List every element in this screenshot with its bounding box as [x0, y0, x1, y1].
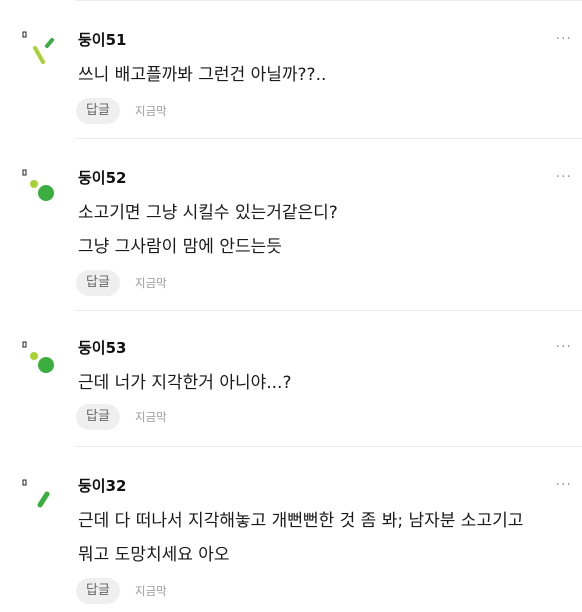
reply-button[interactable]: 답글: [76, 404, 120, 430]
top-divider: [75, 0, 582, 1]
comment-text-line: 쓰니 배고플까봐 그런건 아닐까??..: [78, 65, 327, 85]
comment-timestamp: 지금막: [135, 410, 167, 424]
comment-timestamp: 지금막: [135, 584, 167, 598]
reply-button[interactable]: 답글: [76, 98, 120, 124]
sprout-slash-icon: [22, 31, 54, 64]
comment-text-line: 뭐고 도망치세요 아오: [78, 545, 230, 565]
comment-divider: [75, 138, 582, 139]
more-options-icon[interactable]: ···: [556, 32, 572, 46]
comment-text-line: 소고기면 그냥 시킬수 있는거같은디?: [78, 203, 338, 223]
comment-text-line: 근데 다 떠나서 지각해놓고 개뻔뻔한 것 좀 봐; 남자분 소고기고: [78, 511, 524, 531]
reply-button[interactable]: 답글: [76, 578, 120, 604]
comment-nickname: 둥이32: [78, 477, 127, 495]
comment-divider: [75, 446, 582, 447]
more-options-icon[interactable]: ···: [556, 170, 572, 184]
comment-text-line: 근데 너가 지각한거 아니야...?: [78, 373, 292, 393]
comment-nickname: 둥이52: [78, 169, 127, 187]
reply-button[interactable]: 답글: [76, 270, 120, 296]
comment-divider: [75, 310, 582, 311]
more-options-icon[interactable]: ···: [556, 478, 572, 492]
green-dots-icon: [22, 169, 54, 201]
comment-nickname: 둥이53: [78, 339, 127, 357]
comment-nickname: 둥이51: [78, 31, 127, 49]
comment-text-line: 그냥 그사람이 맘에 안드는듯: [78, 237, 282, 257]
more-options-icon[interactable]: ···: [556, 340, 572, 354]
green-dots-icon: [22, 341, 54, 373]
green-slash-icon: [22, 479, 50, 508]
comment-timestamp: 지금막: [135, 104, 167, 118]
comment-timestamp: 지금막: [135, 276, 167, 290]
